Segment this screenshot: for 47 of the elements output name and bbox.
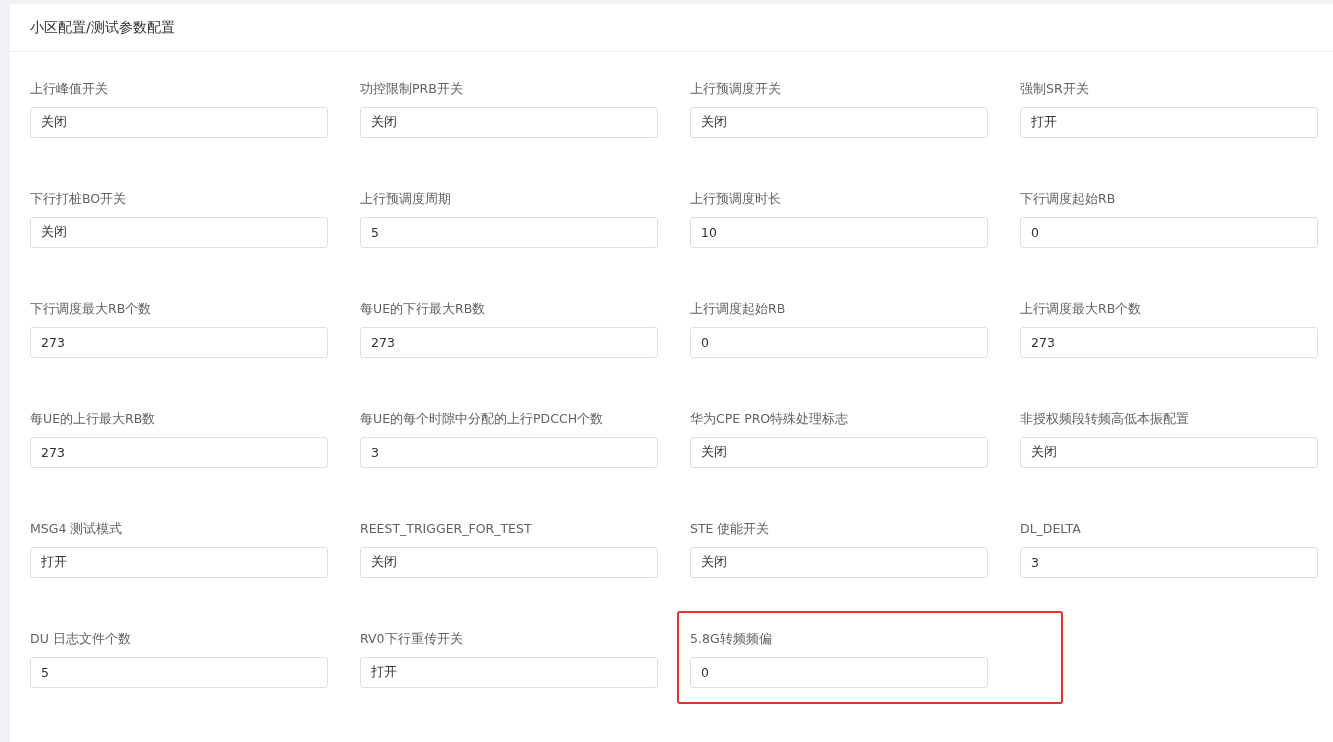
input-field[interactable]: 0 (1020, 217, 1318, 248)
input-field[interactable]: 关闭 (30, 107, 328, 138)
field-label: 5.8G转频频偏 (690, 630, 773, 648)
input-field[interactable]: 打开 (1020, 107, 1318, 138)
input-field[interactable]: 0 (690, 327, 988, 358)
input-field[interactable]: 273 (30, 327, 328, 358)
panel-title: 小区配置/测试参数配置 (30, 18, 175, 37)
field-label: 每UE的上行最大RB数 (30, 410, 157, 428)
input-field[interactable]: 打开 (360, 657, 658, 688)
field-label: 每UE的下行最大RB数 (360, 300, 487, 318)
field-label: 华为CPE PRO特殊处理标志 (690, 410, 850, 428)
field-label: REEST_TRIGGER_FOR_TEST (360, 520, 533, 538)
input-field[interactable]: 关闭 (360, 547, 658, 578)
input-field[interactable]: 0 (690, 657, 988, 688)
input-field[interactable]: 关闭 (690, 437, 988, 468)
input-field[interactable]: 3 (360, 437, 658, 468)
input-field[interactable]: 关闭 (690, 107, 988, 138)
field-label: 上行调度最大RB个数 (1020, 300, 1143, 318)
input-field[interactable]: 3 (1020, 547, 1318, 578)
field-label: 上行调度起始RB (690, 300, 787, 318)
input-field[interactable]: 10 (690, 217, 988, 248)
input-field[interactable]: 关闭 (360, 107, 658, 138)
field-label: 强制SR开关 (1020, 80, 1090, 98)
field-label: DU 日志文件个数 (30, 630, 132, 648)
input-field[interactable]: 关闭 (1020, 437, 1318, 468)
field-label: 上行预调度周期 (360, 190, 452, 208)
input-field[interactable]: 5 (360, 217, 658, 248)
input-field[interactable]: 5 (30, 657, 328, 688)
field-label: STE 使能开关 (690, 520, 771, 538)
field-label: 上行预调度开关 (690, 80, 782, 98)
input-field[interactable]: 关闭 (690, 547, 988, 578)
field-label: 下行调度最大RB个数 (30, 300, 153, 318)
field-label: RV0下行重传开关 (360, 630, 464, 648)
field-label: 下行打桩BO开关 (30, 190, 128, 208)
input-field[interactable]: 273 (360, 327, 658, 358)
field-label: DL_DELTA (1020, 520, 1082, 538)
input-field[interactable]: 273 (1020, 327, 1318, 358)
field-label: 功控限制PRB开关 (360, 80, 464, 98)
input-field[interactable]: 关闭 (30, 217, 328, 248)
field-label: 上行预调度时长 (690, 190, 782, 208)
field-label: MSG4 测试模式 (30, 520, 124, 538)
field-label: 下行调度起始RB (1020, 190, 1117, 208)
input-field[interactable]: 273 (30, 437, 328, 468)
field-label: 上行峰值开关 (30, 80, 109, 98)
input-field[interactable]: 打开 (30, 547, 328, 578)
field-label: 每UE的每个时隙中分配的上行PDCCH个数 (360, 410, 605, 428)
field-label: 非授权频段转频高低本振配置 (1020, 410, 1190, 428)
